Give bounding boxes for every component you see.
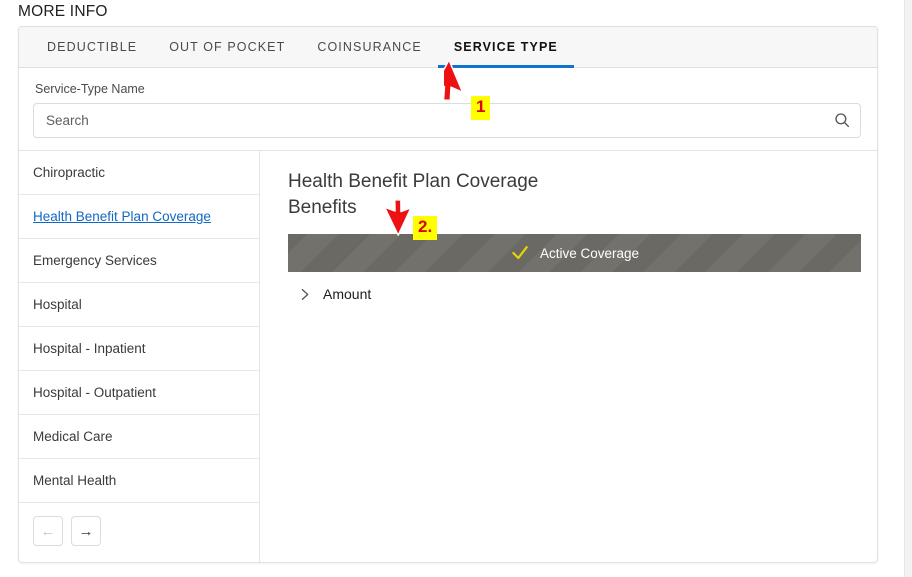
- status-banner: Active Coverage: [288, 234, 861, 273]
- accordion-amount-label: Amount: [323, 286, 372, 303]
- search-area: Service-Type Name: [19, 68, 877, 150]
- accordion-amount[interactable]: Amount: [288, 272, 861, 302]
- check-icon: [510, 243, 530, 263]
- search-input[interactable]: [33, 103, 861, 138]
- search-wrap: [33, 103, 861, 138]
- list-item[interactable]: Emergency Services: [19, 239, 259, 283]
- list-item[interactable]: Medical Care: [19, 415, 259, 459]
- tab-coinsurance[interactable]: COINSURANCE: [301, 27, 437, 67]
- tab-bar: DEDUCTIBLE OUT OF POCKET COINSURANCE SER…: [19, 27, 877, 68]
- right-gutter: [904, 0, 912, 577]
- list-item-label: Medical Care: [33, 429, 113, 444]
- search-label: Service-Type Name: [35, 82, 145, 96]
- list-item-label: Mental Health: [33, 473, 117, 488]
- list-item-link[interactable]: Health Benefit Plan Coverage: [33, 209, 211, 224]
- tab-out-of-pocket[interactable]: OUT OF POCKET: [153, 27, 301, 67]
- detail-panel: Health Benefit Plan Coverage Benefits Ac…: [260, 151, 877, 562]
- search-icon[interactable]: [833, 111, 851, 129]
- pagination: ← →: [19, 503, 259, 559]
- list-item-label: Hospital: [33, 297, 82, 312]
- list-item-label: Hospital - Outpatient: [33, 385, 157, 400]
- more-info-card: DEDUCTIBLE OUT OF POCKET COINSURANCE SER…: [18, 26, 878, 563]
- list-item[interactable]: Hospital: [19, 283, 259, 327]
- detail-title: Health Benefit Plan Coverage Benefits: [288, 171, 539, 218]
- status-label: Active Coverage: [539, 245, 640, 261]
- content-split: Chiropractic Health Benefit Plan Coverag…: [19, 150, 877, 562]
- tab-service-type[interactable]: SERVICE TYPE: [437, 27, 574, 68]
- list-item[interactable]: Chiropractic: [19, 151, 259, 195]
- list-item-label: Chiropractic: [33, 165, 106, 180]
- chevron-right-icon[interactable]: [298, 288, 311, 301]
- list-item-label: Emergency Services: [33, 253, 157, 268]
- tab-deductible[interactable]: DEDUCTIBLE: [31, 27, 153, 67]
- list-item[interactable]: Hospital - Outpatient: [19, 371, 259, 415]
- list-item-label: Hospital - Inpatient: [33, 341, 146, 356]
- service-type-list: Chiropractic Health Benefit Plan Coverag…: [19, 151, 260, 562]
- arrow-left-icon[interactable]: ←: [33, 516, 63, 546]
- annotation-badge-1: 1: [471, 96, 491, 120]
- page-title: MORE INFO: [18, 3, 108, 20]
- annotation-badge-2: 2.: [413, 216, 438, 240]
- list-item[interactable]: Mental Health: [19, 459, 259, 503]
- list-item[interactable]: Hospital - Inpatient: [19, 327, 259, 371]
- list-item-selected[interactable]: Health Benefit Plan Coverage: [19, 195, 259, 239]
- arrow-right-icon[interactable]: →: [71, 516, 101, 546]
